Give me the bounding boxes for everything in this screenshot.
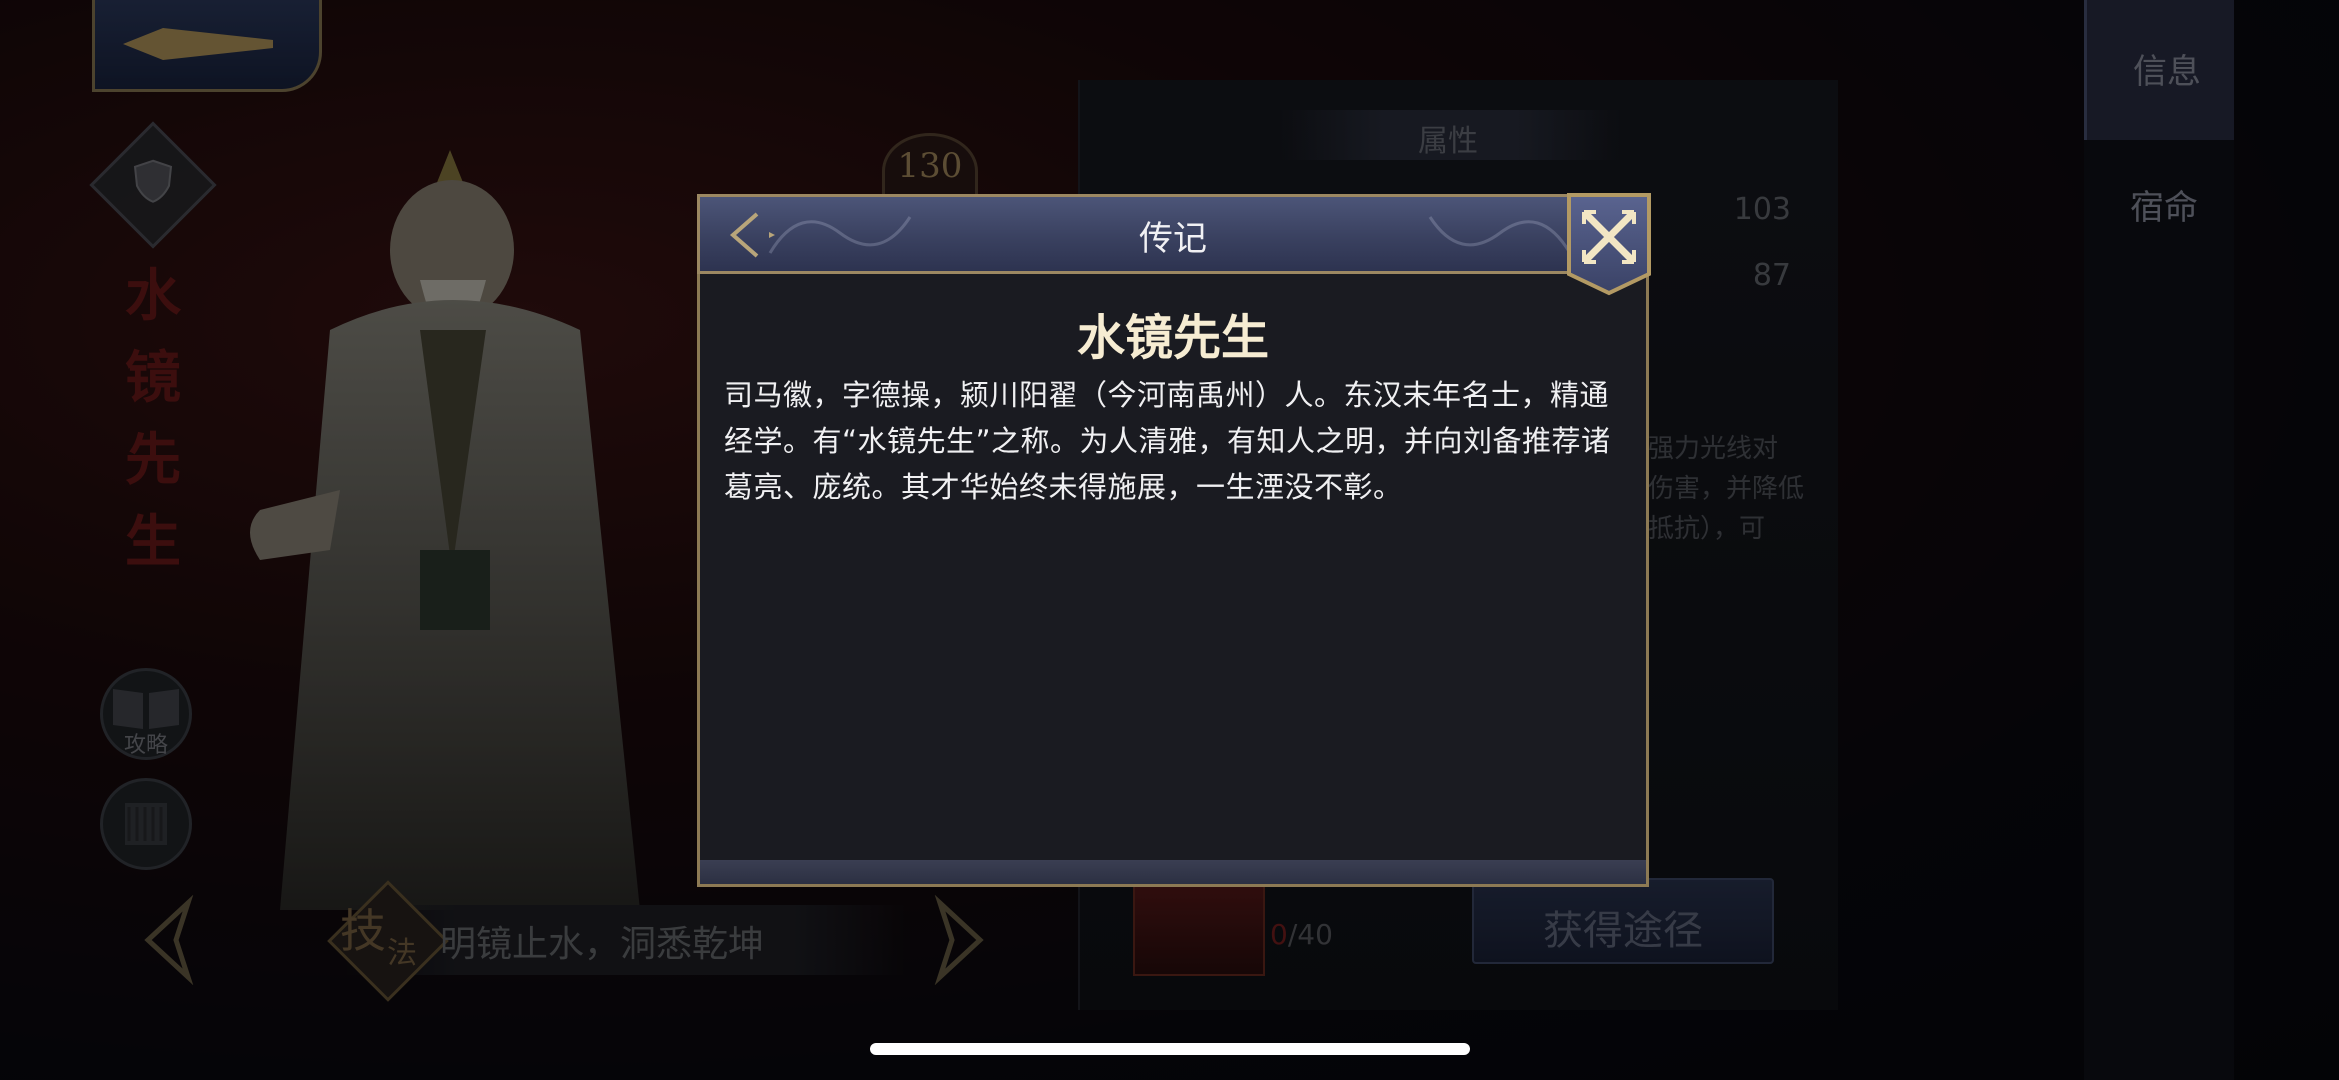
- modal-hero-name: 水镜先生: [1076, 310, 1269, 366]
- biography-text: 司马徽，字德操，颍川阳翟（今河南禹州）人。东汉末年名士，精通经学。有“水镜先生”…: [724, 378, 1611, 504]
- hero-detail-screen: 水镜先生 攻略 130 技 法 明镜止水，洞悉乾坤 属性 103 87 强力光线…: [0, 0, 2339, 1080]
- modal-title: 传记: [1139, 219, 1207, 259]
- modal-footer: [700, 860, 1646, 884]
- home-indicator[interactable]: [870, 1043, 1470, 1055]
- close-icon[interactable]: [1566, 192, 1652, 296]
